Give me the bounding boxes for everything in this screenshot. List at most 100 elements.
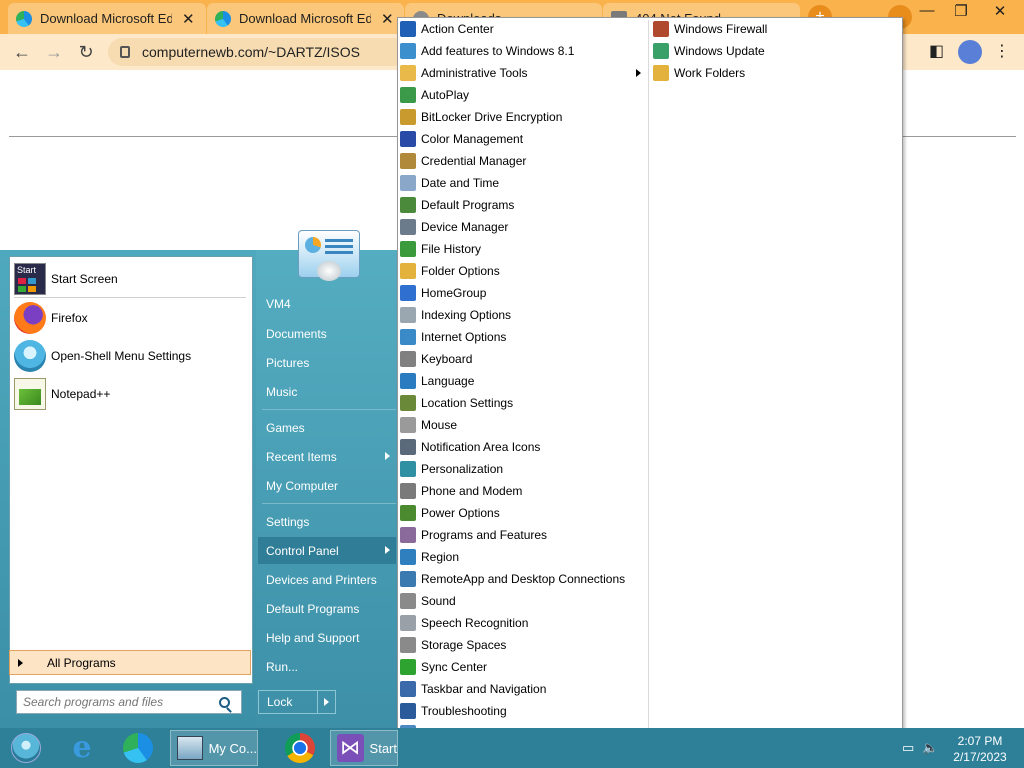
- control-panel-item[interactable]: Phone and Modem: [400, 480, 522, 502]
- taskbar-clock[interactable]: 2:07 PM 2/17/2023: [940, 733, 1020, 765]
- control-panel-item[interactable]: AutoPlay: [400, 84, 469, 106]
- control-panel-item-label: Internet Options: [421, 330, 507, 344]
- control-panel-item[interactable]: File History: [400, 238, 481, 260]
- control-panel-item-label: Action Center: [421, 22, 494, 36]
- start-orb-icon: [11, 733, 41, 763]
- item-label: Recent Items: [266, 449, 337, 464]
- control-panel-item[interactable]: Sound: [400, 590, 456, 612]
- pinned-item-open-shell[interactable]: Open-Shell Menu Settings: [14, 340, 246, 372]
- restore-icon[interactable]: ❐: [946, 2, 976, 20]
- close-window-icon[interactable]: ✕: [985, 2, 1015, 20]
- control-panel-item-label: Sync Center: [421, 660, 488, 674]
- taskbar-chrome[interactable]: [280, 730, 320, 766]
- keyboard-icon: [400, 351, 416, 367]
- control-panel-item[interactable]: Power Options: [400, 502, 500, 524]
- control-panel-item[interactable]: Troubleshooting: [400, 700, 507, 722]
- address-url[interactable]: computernewb.com/~DARTZ/ISOS: [142, 44, 360, 60]
- control-panel-item[interactable]: Indexing Options: [400, 304, 511, 326]
- forward-arrow-icon[interactable]: →: [42, 40, 66, 64]
- profile-avatar-icon[interactable]: [958, 40, 982, 64]
- start-right-item-run[interactable]: Run...: [258, 653, 396, 680]
- control-panel-item[interactable]: Action Center: [400, 18, 494, 40]
- control-panel-item[interactable]: Administrative Tools: [400, 62, 641, 84]
- control-panel-item[interactable]: HomeGroup: [400, 282, 486, 304]
- pinned-item-firefox[interactable]: Firefox: [14, 302, 246, 334]
- network-icon[interactable]: ▭: [902, 740, 914, 756]
- control-panel-item[interactable]: Work Folders: [653, 62, 745, 84]
- start-right-item-documents[interactable]: Documents: [258, 320, 396, 347]
- start-right-item-games[interactable]: Games: [258, 414, 396, 441]
- start-right-item-music[interactable]: Music: [258, 378, 396, 405]
- tab-close-icon[interactable]: ✕: [182, 10, 195, 28]
- control-panel-item-label: Default Programs: [421, 198, 515, 212]
- control-panel-item-label: Location Settings: [421, 396, 514, 410]
- control-panel-item[interactable]: Date and Time: [400, 172, 499, 194]
- side-panel-icon[interactable]: ◧: [929, 41, 944, 61]
- control-panel-item[interactable]: Color Management: [400, 128, 523, 150]
- start-right-item-default-programs[interactable]: Default Programs: [258, 595, 396, 622]
- control-panel-item[interactable]: Add features to Windows 8.1: [400, 40, 574, 62]
- control-panel-item[interactable]: Folder Options: [400, 260, 500, 282]
- control-panel-item[interactable]: Windows Update: [653, 40, 765, 62]
- control-panel-item[interactable]: Language: [400, 370, 474, 392]
- clock-date: 2/17/2023: [953, 750, 1007, 764]
- taskbar-edge[interactable]: [118, 730, 158, 766]
- default-programs-icon: [400, 197, 416, 213]
- start-orb-button[interactable]: [6, 730, 46, 766]
- search-icon[interactable]: [219, 696, 230, 708]
- control-panel-item[interactable]: Device Manager: [400, 216, 508, 238]
- control-panel-item[interactable]: BitLocker Drive Encryption: [400, 106, 562, 128]
- control-panel-item-label: BitLocker Drive Encryption: [421, 110, 563, 124]
- chrome-icon: [285, 733, 315, 763]
- start-right-item-my-computer[interactable]: My Computer: [258, 472, 396, 499]
- control-panel-item[interactable]: Keyboard: [400, 348, 472, 370]
- taskbar-internet-explorer[interactable]: e: [62, 730, 102, 766]
- control-panel-item[interactable]: Windows Firewall: [653, 18, 767, 40]
- start-search-input[interactable]: [23, 695, 213, 709]
- windows-update-icon: [653, 43, 669, 59]
- taskbar-my-computer[interactable]: My Co...: [170, 730, 258, 766]
- pinned-item-start-screen[interactable]: Start Start Screen: [14, 263, 246, 295]
- minimize-icon[interactable]: —: [912, 2, 942, 19]
- start-right-item-recent-items[interactable]: Recent Items: [258, 443, 396, 470]
- control-panel-item[interactable]: Credential Manager: [400, 150, 526, 172]
- control-panel-item[interactable]: Internet Options: [400, 326, 506, 348]
- browser-tab[interactable]: Download Microsoft Edge ✕: [8, 3, 206, 34]
- reload-icon[interactable]: ↻: [74, 40, 98, 64]
- start-right-item-settings[interactable]: Settings: [258, 508, 396, 535]
- shutdown-options-arrow-icon[interactable]: [317, 691, 335, 713]
- control-panel-item[interactable]: Storage Spaces: [400, 634, 506, 656]
- back-arrow-icon[interactable]: ←: [10, 40, 34, 64]
- control-panel-item-label: Mouse: [421, 418, 458, 432]
- control-panel-item[interactable]: Taskbar and Navigation: [400, 678, 546, 700]
- start-right-item-vm4[interactable]: VM4: [258, 290, 396, 317]
- control-panel-item[interactable]: Speech Recognition: [400, 612, 528, 634]
- control-panel-item[interactable]: Sync Center: [400, 656, 487, 678]
- all-programs-button[interactable]: All Programs: [9, 650, 251, 675]
- lock-label: Lock: [267, 695, 293, 709]
- address-bar[interactable]: computernewb.com/~DARTZ/ISOS: [108, 38, 408, 66]
- control-panel-item-label: Troubleshooting: [421, 704, 507, 718]
- volume-icon[interactable]: 🔈: [922, 740, 938, 756]
- start-right-item-control-panel[interactable]: Control Panel: [258, 537, 396, 564]
- control-panel-item[interactable]: Personalization: [400, 458, 503, 480]
- control-panel-item[interactable]: Notification Area Icons: [400, 436, 540, 458]
- pinned-item-notepad-plus-plus[interactable]: Notepad++: [14, 378, 246, 410]
- start-search-box[interactable]: [16, 690, 242, 714]
- control-panel-item[interactable]: RemoteApp and Desktop Connections: [400, 568, 625, 590]
- start-right-item-devices-printers[interactable]: Devices and Printers: [258, 566, 396, 593]
- control-panel-item[interactable]: Region: [400, 546, 459, 568]
- lock-button[interactable]: Lock: [258, 690, 336, 714]
- item-label: Run...: [266, 659, 299, 674]
- clock-time: 2:07 PM: [957, 734, 1003, 748]
- control-panel-item[interactable]: Location Settings: [400, 392, 513, 414]
- taskbar-visual-studio[interactable]: ⋈ Start: [330, 730, 398, 766]
- start-right-item-help-support[interactable]: Help and Support: [258, 624, 396, 651]
- browser-menu-icon[interactable]: ⋮: [994, 41, 1010, 61]
- browser-tab[interactable]: Download Microsoft Edge ✕: [207, 3, 404, 34]
- control-panel-item[interactable]: Programs and Features: [400, 524, 547, 546]
- start-right-item-pictures[interactable]: Pictures: [258, 349, 396, 376]
- control-panel-item[interactable]: Mouse: [400, 414, 457, 436]
- tab-close-icon[interactable]: ✕: [381, 10, 394, 28]
- control-panel-item[interactable]: Default Programs: [400, 194, 514, 216]
